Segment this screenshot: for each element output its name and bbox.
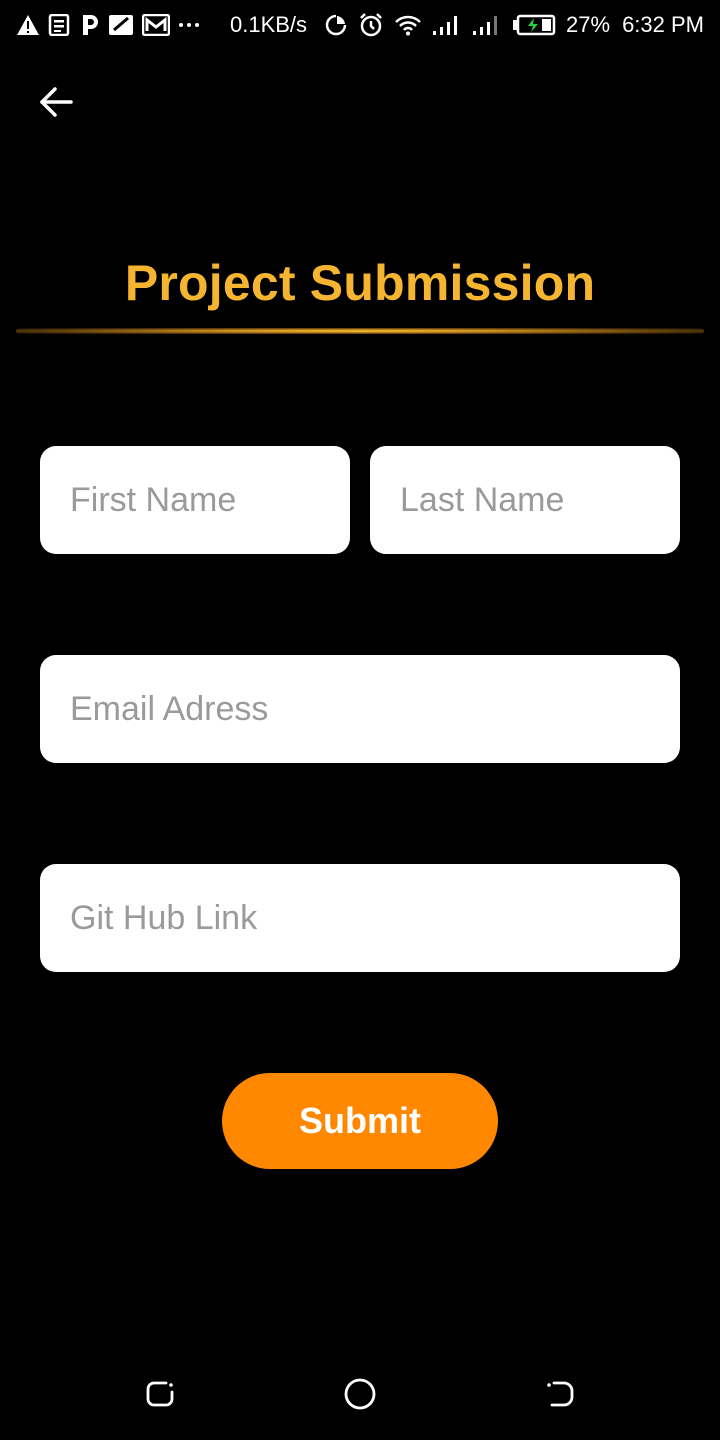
home-icon (343, 1377, 377, 1416)
battery-charging-icon (512, 13, 556, 37)
signal-2-icon (472, 13, 502, 37)
alarm-icon (358, 13, 384, 37)
net-speed: 0.1KB/s (230, 12, 308, 37)
system-icons: 27% 6:32 PM (324, 12, 704, 38)
data-saver-icon (324, 13, 348, 37)
wifi-icon (394, 13, 422, 37)
system-back-button[interactable] (538, 1374, 582, 1418)
sim-icon (108, 13, 134, 37)
arrow-left-icon (38, 86, 74, 123)
back-button[interactable] (34, 84, 78, 124)
clock: 6:32 PM (622, 12, 704, 37)
github-link-input[interactable] (70, 864, 680, 972)
signal-icon (432, 13, 462, 37)
first-name-input[interactable] (70, 446, 350, 554)
more-dots-icon (178, 13, 200, 37)
github-link-field[interactable] (40, 864, 680, 972)
title-divider (16, 328, 704, 334)
first-name-field[interactable] (40, 446, 350, 554)
home-button[interactable] (338, 1374, 382, 1418)
status-bar: 0.1KB/s 27% 6:32 PM (0, 0, 720, 50)
warning-icon (16, 13, 40, 37)
recent-apps-icon (144, 1378, 176, 1415)
paytm-icon (80, 13, 100, 37)
navigation-bar (0, 1350, 720, 1440)
page-title: Project Submission (124, 255, 596, 311)
last-name-field[interactable] (370, 446, 680, 554)
news-icon (48, 13, 72, 37)
email-input[interactable] (70, 655, 680, 763)
last-name-input[interactable] (400, 446, 680, 554)
battery-percent: 27% (566, 12, 611, 37)
submit-button[interactable]: Submit (222, 1073, 498, 1169)
email-field[interactable] (40, 655, 680, 763)
gmail-icon (142, 13, 170, 37)
recent-apps-button[interactable] (138, 1374, 182, 1418)
notification-icons: 0.1KB/s (16, 12, 307, 38)
back-nav-icon (544, 1378, 576, 1415)
